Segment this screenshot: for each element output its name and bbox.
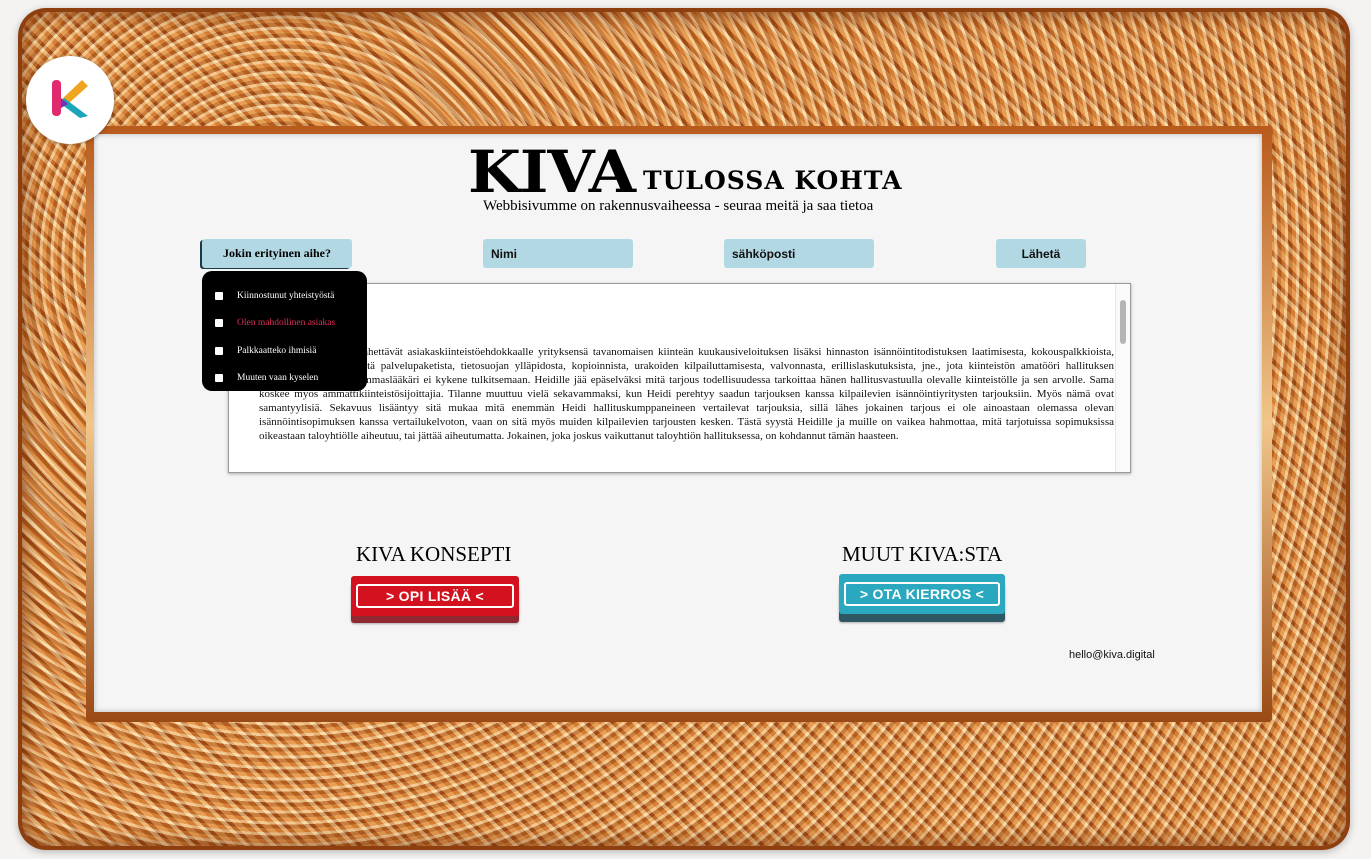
learn-more-label: > OPI LISÄÄ < — [356, 584, 514, 608]
dropdown-option[interactable]: Olen mahdollinen asiakas — [202, 310, 367, 338]
take-tour-button[interactable]: > OTA KIERROS < — [839, 574, 1005, 614]
logo[interactable] — [26, 56, 114, 144]
dropdown-option-label: Olen mahdollinen asiakas — [237, 318, 336, 329]
dropdown-option-label: Muuten vaan kyselen — [237, 373, 319, 384]
checkbox[interactable] — [215, 291, 223, 300]
checkbox[interactable] — [215, 346, 223, 355]
dropdown-option[interactable]: Palkkaatteko ihmisiä — [202, 337, 367, 365]
article-body: sa isännöintitoimistot lähettävät asiaka… — [259, 346, 1114, 442]
topic-dropdown-button[interactable]: Jokin erityinen aihe? — [202, 239, 352, 268]
more-section-title: MUUT KIVA:STA — [842, 542, 1003, 566]
name-field[interactable]: Nimi — [483, 239, 633, 268]
take-tour-label: > OTA KIERROS < — [844, 582, 1000, 606]
dropdown-option[interactable]: Kiinnostunut yhteistyöstä — [202, 282, 367, 310]
checkbox[interactable] — [215, 374, 223, 383]
send-button[interactable]: Lähetä — [996, 239, 1086, 268]
dropdown-option[interactable]: Muuten vaan kyselen — [202, 365, 367, 393]
scrollbar-track[interactable] — [1115, 284, 1130, 472]
contact-email[interactable]: hello@kiva.digital — [1069, 649, 1155, 661]
coming-soon-title: TULOSSA KOHTA — [643, 166, 903, 195]
scrollbar-thumb[interactable] — [1120, 300, 1126, 344]
topic-dropdown-menu: Kiinnostunut yhteistyöstä Olen mahdollin… — [202, 271, 367, 391]
learn-more-button[interactable]: > OPI LISÄÄ < — [351, 576, 519, 616]
page-subtitle: Webbisivumme on rakennusvaiheessa - seur… — [483, 198, 874, 214]
email-field[interactable]: sähköposti — [724, 239, 874, 268]
dropdown-option-label: Palkkaatteko ihmisiä — [237, 345, 317, 356]
checkbox[interactable] — [215, 319, 223, 328]
concept-section-title: KIVA KONSEPTI — [356, 542, 512, 566]
dropdown-option-label: Kiinnostunut yhteistyöstä — [237, 290, 335, 301]
page-title: KIVA — [468, 138, 636, 206]
kiva-logo-icon — [52, 80, 88, 118]
